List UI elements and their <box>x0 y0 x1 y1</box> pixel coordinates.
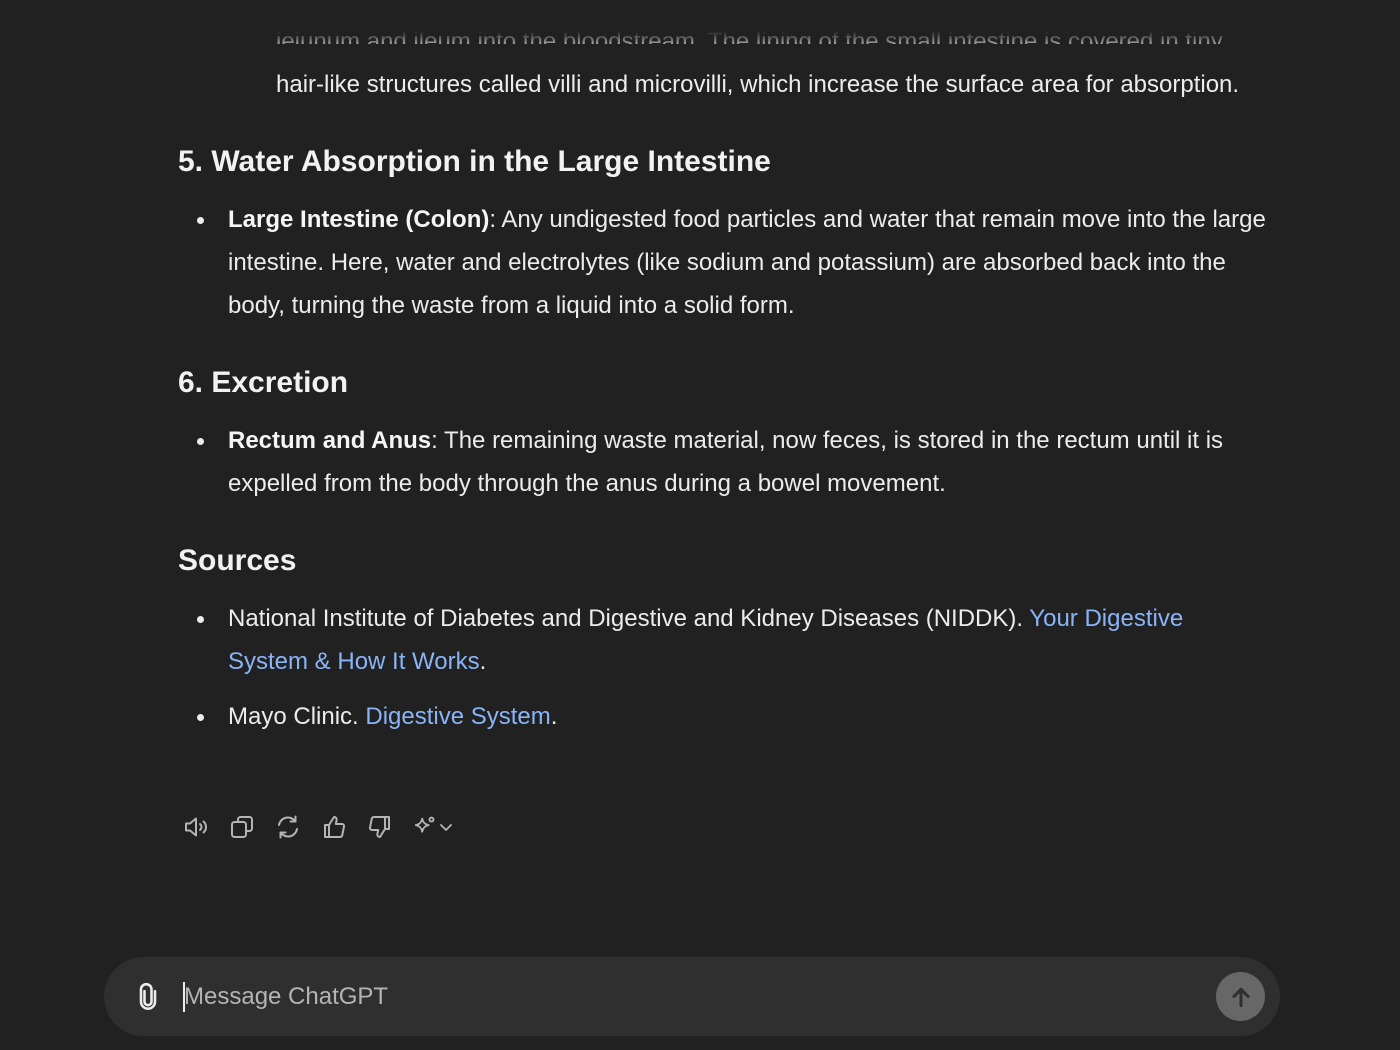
arrow-up-icon <box>1231 987 1250 1007</box>
source-link-mayo[interactable]: Digestive System <box>365 703 550 730</box>
good-response-button[interactable] <box>316 809 352 845</box>
sparkle-icon <box>414 816 435 833</box>
message-composer <box>104 957 1280 1036</box>
source-item-niddk: National Institute of Diabetes and Diges… <box>178 597 1268 683</box>
sources-heading: Sources <box>178 544 297 577</box>
thumbs-up-icon <box>324 816 346 838</box>
bad-response-button[interactable] <box>362 809 398 845</box>
attach-button[interactable] <box>128 977 168 1017</box>
previous-list-item: jejunum and ileum into the bloodstream. … <box>276 20 1266 106</box>
section-heading-water-absorption: 5. Water Absorption in the Large Intesti… <box>178 145 771 178</box>
regenerate-icon <box>278 815 298 839</box>
chevron-down-icon <box>440 824 452 831</box>
list-item: Rectum and Anus: The remaining waste mat… <box>178 419 1268 505</box>
chat-page: jejunum and ileum into the bloodstream. … <box>0 0 1400 1050</box>
source-item-mayo: Mayo Clinic. Digestive System. <box>178 695 1268 738</box>
send-button[interactable] <box>1216 972 1265 1021</box>
copy-button[interactable] <box>224 809 260 845</box>
paperclip-icon <box>139 983 157 1010</box>
message-actions <box>178 808 458 846</box>
switch-model-button[interactable] <box>408 809 458 845</box>
cutoff-text-line: jejunum and ileum into the bloodstream. … <box>276 28 1223 44</box>
assistant-message: jejunum and ileum into the bloodstream. … <box>178 0 1268 738</box>
section-list-excretion: Rectum and Anus: The remaining waste mat… <box>178 419 1268 505</box>
list-item-term: Rectum and Anus <box>228 427 432 454</box>
copy-icon <box>231 816 253 838</box>
thumbs-down-icon <box>368 816 390 838</box>
sources-list: National Institute of Diabetes and Diges… <box>178 597 1268 738</box>
section-list-water-absorption: Large Intestine (Colon): Any undigested … <box>178 198 1268 327</box>
speaker-icon <box>185 817 207 837</box>
section-heading-excretion: 6. Excretion <box>178 366 349 399</box>
text-caret <box>183 982 185 1012</box>
list-item-term: Large Intestine (Colon) <box>228 206 490 233</box>
read-aloud-button[interactable] <box>178 809 214 845</box>
regenerate-button[interactable] <box>270 809 306 845</box>
message-input[interactable] <box>184 975 1204 1019</box>
list-item: Large Intestine (Colon): Any undigested … <box>178 198 1268 327</box>
previous-item-text: hair-like structures called villi and mi… <box>276 71 1240 98</box>
